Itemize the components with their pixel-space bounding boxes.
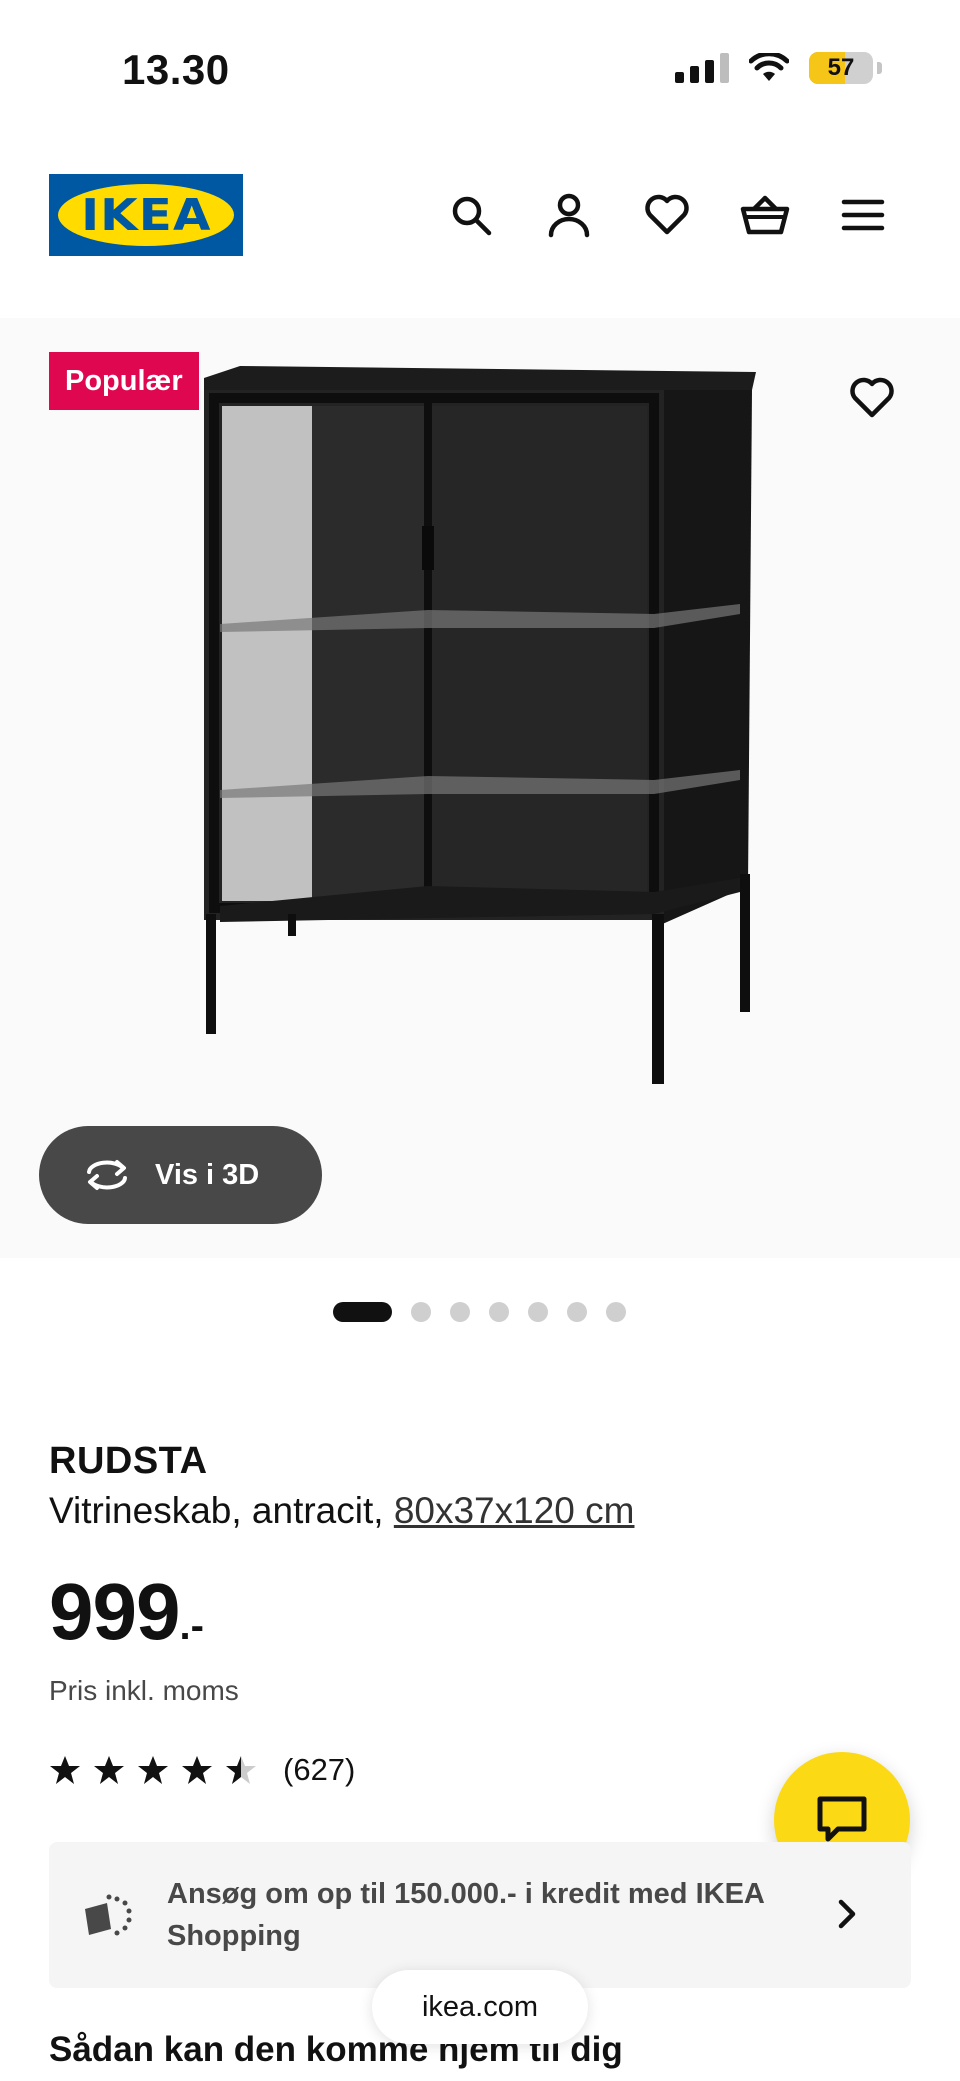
product-type-text: Vitrineskab, antracit,: [49, 1490, 384, 1531]
status-indicators: 57: [675, 52, 882, 84]
view-in-3d-button[interactable]: Vis i 3D: [39, 1126, 322, 1224]
battery-cap: [877, 62, 882, 74]
ikea-logo[interactable]: IKEA: [49, 174, 243, 256]
product-description: Vitrineskab, antracit, 80x37x120 cm: [49, 1490, 634, 1532]
menu-icon[interactable]: [836, 188, 890, 242]
carousel-dot[interactable]: [528, 1302, 548, 1322]
credit-banner[interactable]: Ansøg om op til 150.000.- i kredit med I…: [49, 1842, 911, 1988]
chevron-right-icon: [838, 1899, 856, 1929]
battery-percent: 57: [827, 54, 855, 81]
rotate-3d-icon: [87, 1160, 127, 1190]
star-full-icon: [138, 1756, 168, 1784]
carousel-dot[interactable]: [450, 1302, 470, 1322]
price-integer: 999: [49, 1567, 180, 1656]
product-price: 999 .-: [49, 1572, 204, 1652]
status-time: 13.30: [122, 46, 230, 93]
site-header: IKEA: [0, 170, 960, 260]
chat-bubble-icon: [817, 1796, 867, 1842]
search-icon[interactable]: [444, 188, 498, 242]
header-actions: [444, 188, 890, 242]
product-dimensions-link[interactable]: 80x37x120 cm: [394, 1490, 635, 1531]
carousel-dot[interactable]: [489, 1302, 509, 1322]
product-name: RUDSTA: [49, 1440, 208, 1482]
status-bar: 13.30 57: [0, 0, 960, 140]
battery-indicator: 57: [809, 52, 873, 84]
carousel-dot[interactable]: [333, 1302, 392, 1322]
product-image-carousel[interactable]: Populær Vis i 3D: [0, 318, 960, 1258]
price-note: Pris inkl. moms: [49, 1675, 239, 1706]
carousel-dot[interactable]: [606, 1302, 626, 1322]
price-suffix: .-: [179, 1604, 204, 1648]
rating-count: (627): [283, 1752, 356, 1787]
wifi-icon: [749, 53, 789, 81]
credit-card-icon: [85, 1894, 132, 1936]
cellular-signal-icon: [675, 53, 729, 83]
star-full-icon: [50, 1756, 80, 1784]
heart-icon[interactable]: [640, 188, 694, 242]
carousel-dot[interactable]: [411, 1302, 431, 1322]
favorite-heart-icon[interactable]: [844, 370, 900, 426]
product-rating[interactable]: (627): [49, 1752, 355, 1788]
browser-url-pill[interactable]: ikea.com: [372, 1970, 588, 2044]
product-photo-cabinet: [204, 366, 756, 1084]
view-in-3d-label: Vis i 3D: [155, 1158, 260, 1191]
popular-badge: Populær: [49, 352, 199, 410]
rating-stars: [49, 1754, 257, 1786]
basket-icon[interactable]: [738, 188, 792, 242]
star-full-icon: [94, 1756, 124, 1784]
carousel-dot[interactable]: [567, 1302, 587, 1322]
logo-text: IKEA: [80, 189, 212, 241]
carousel-pagination: [333, 1302, 626, 1322]
star-half-icon: [226, 1756, 256, 1784]
user-icon[interactable]: [542, 188, 596, 242]
star-full-icon: [182, 1756, 212, 1784]
credit-banner-text: Ansøg om op til 150.000.- i kredit med I…: [167, 1878, 764, 1952]
logo-oval: IKEA: [58, 184, 234, 246]
